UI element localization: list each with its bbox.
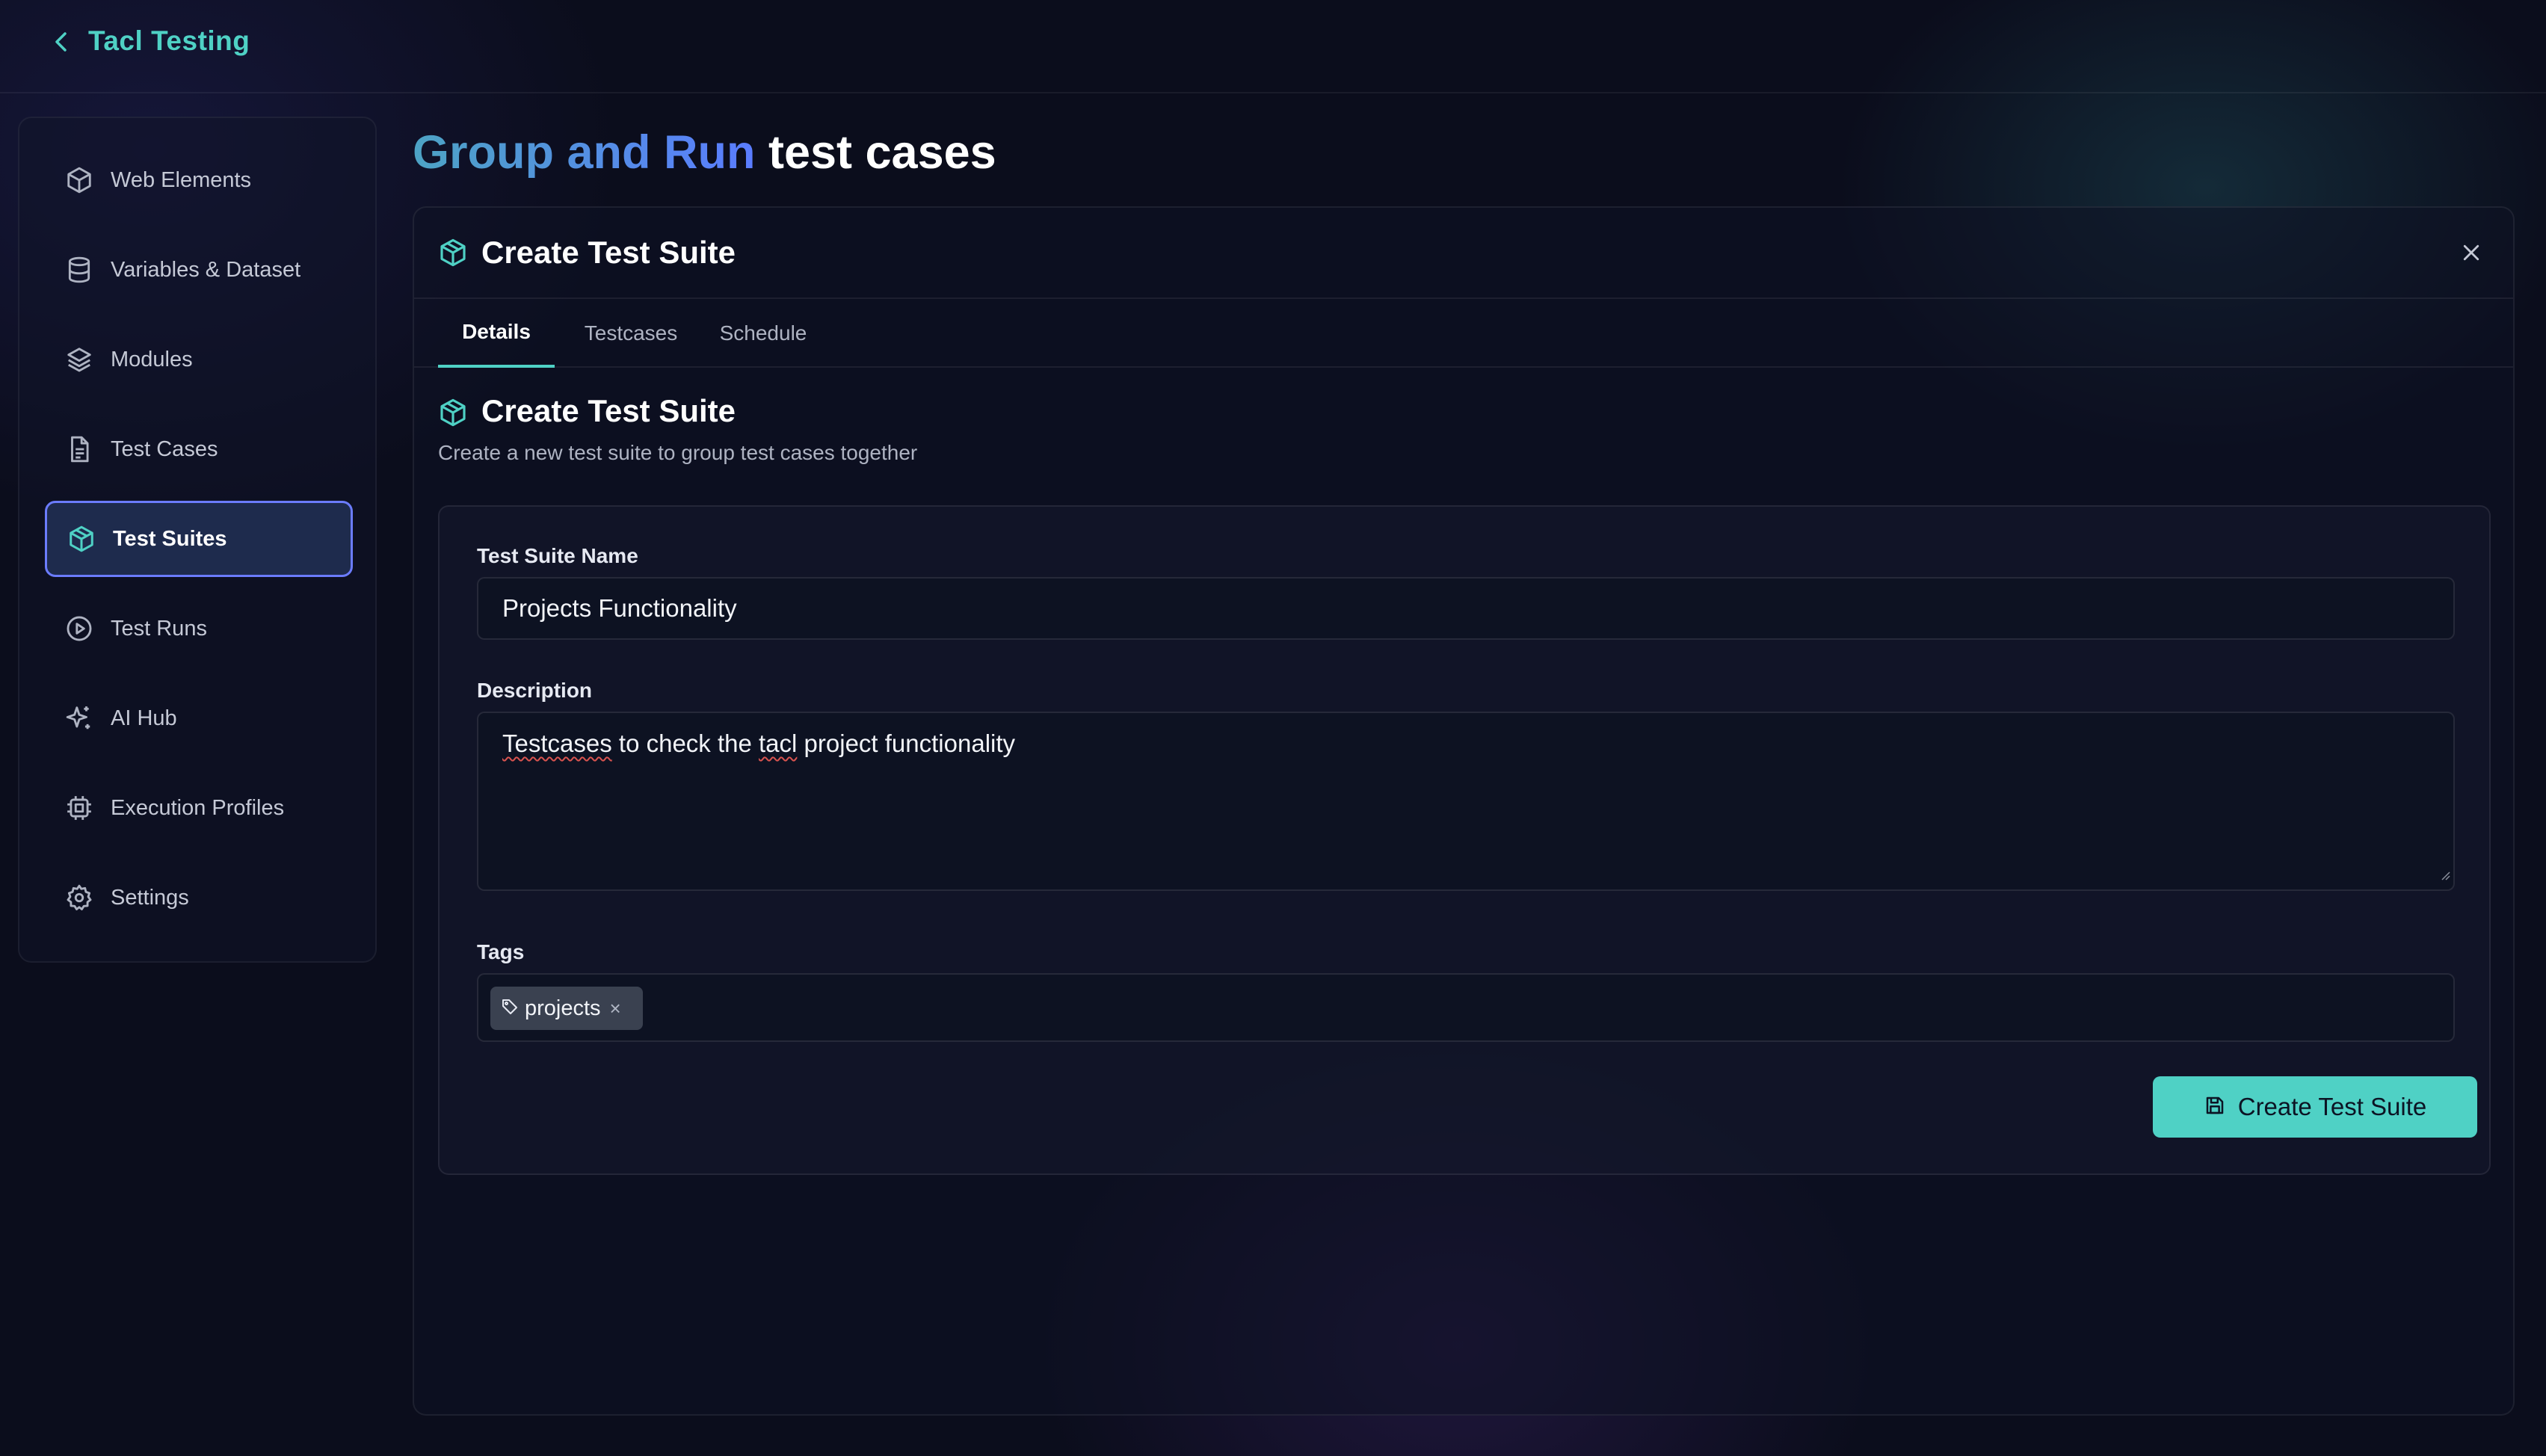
create-suite-panel: Create Test Suite Details Testcases Sche…: [413, 206, 2515, 1416]
tab-bar: Details Testcases Schedule: [414, 299, 2513, 368]
suite-form: Test Suite Name Projects Functionality D…: [438, 505, 2491, 1175]
play-circle-icon: [63, 612, 96, 645]
package-icon: [438, 398, 468, 431]
sparkles-icon: [63, 702, 96, 735]
file-icon: [63, 433, 96, 466]
cpu-icon: [63, 792, 96, 824]
sidebar-item-execution-profiles[interactable]: Execution Profiles: [45, 770, 353, 846]
close-icon[interactable]: [2455, 236, 2488, 269]
sidebar-item-test-suites[interactable]: Test Suites: [45, 501, 353, 577]
tags-field-label: Tags: [477, 940, 525, 963]
sidebar-item-variables-dataset[interactable]: Variables & Dataset: [45, 232, 353, 308]
description-textarea[interactable]: Testcases to check the tacl project func…: [477, 712, 2455, 891]
sidebar: Web Elements Variables & Dataset Modules…: [18, 117, 377, 963]
tag-label: projects: [525, 996, 601, 1020]
sidebar-item-label: Execution Profiles: [111, 795, 285, 820]
database-icon: [63, 253, 96, 286]
sidebar-item-label: Test Suites: [113, 526, 227, 551]
suite-name-input[interactable]: Projects Functionality: [477, 577, 2455, 640]
sidebar-item-label: Variables & Dataset: [111, 257, 301, 282]
cube-icon: [63, 164, 96, 197]
sidebar-item-test-cases[interactable]: Test Cases: [45, 411, 353, 487]
gear-icon: [63, 881, 96, 914]
sidebar-item-test-runs[interactable]: Test Runs: [45, 590, 353, 667]
sidebar-item-label: Web Elements: [111, 167, 252, 192]
tag-remove-icon[interactable]: ×: [610, 997, 621, 1020]
sidebar-item-label: Modules: [111, 347, 193, 371]
sidebar-item-ai-hub[interactable]: AI Hub: [45, 680, 353, 756]
create-suite-button[interactable]: Create Test Suite: [2153, 1076, 2477, 1138]
page-title-rest: test cases: [768, 126, 996, 179]
panel-title: Create Test Suite: [481, 235, 736, 270]
top-bar: Tacl Testing: [0, 0, 2546, 93]
sidebar-item-web-elements[interactable]: Web Elements: [45, 142, 353, 218]
back-arrow-icon[interactable]: [46, 27, 76, 57]
description-text: tacl: [759, 729, 798, 757]
tag-chip: projects ×: [490, 987, 643, 1030]
page-title: Group and Run test cases: [413, 126, 996, 179]
page-title-accent: Group and Run: [413, 126, 756, 179]
sidebar-item-label: Test Runs: [111, 616, 207, 641]
sidebar-item-modules[interactable]: Modules: [45, 321, 353, 398]
description-text: to check the: [611, 729, 759, 757]
tab-testcases[interactable]: Testcases: [571, 299, 691, 368]
create-suite-button-label: Create Test Suite: [2237, 1093, 2427, 1120]
section-subtitle: Create a new test suite to group test ca…: [438, 441, 918, 464]
tags-input[interactable]: projects ×: [477, 973, 2455, 1042]
tag-icon: [501, 998, 519, 1019]
sidebar-item-label: Test Cases: [111, 437, 218, 461]
app-brand[interactable]: Tacl Testing: [88, 25, 250, 57]
sidebar-item-settings[interactable]: Settings: [45, 860, 353, 936]
package-icon: [438, 238, 468, 271]
panel-header: Create Test Suite: [414, 208, 2513, 299]
layers-icon: [63, 343, 96, 376]
tab-schedule[interactable]: Schedule: [707, 299, 819, 368]
description-text: project functionality: [797, 729, 1016, 757]
tab-details[interactable]: Details: [438, 299, 555, 368]
description-text: Testcases: [502, 729, 612, 757]
section-title: Create Test Suite: [481, 393, 736, 428]
name-field-label: Test Suite Name: [477, 544, 638, 567]
sidebar-item-label: AI Hub: [111, 706, 177, 730]
description-field-label: Description: [477, 679, 593, 702]
package-icon: [65, 522, 98, 555]
save-icon: [2204, 1094, 2226, 1120]
sidebar-item-label: Settings: [111, 885, 189, 910]
resize-handle-icon[interactable]: [2440, 858, 2450, 886]
